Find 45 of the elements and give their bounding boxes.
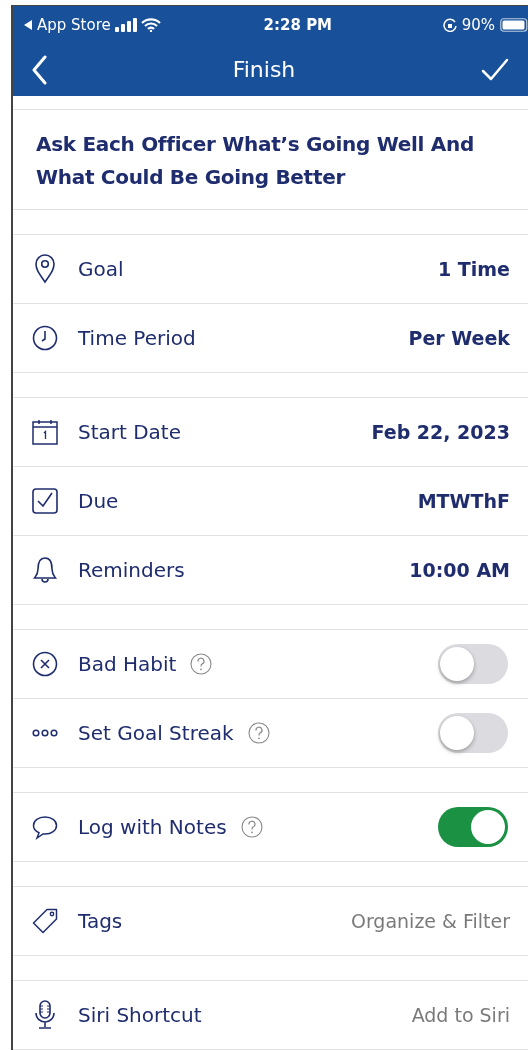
toggle-switch[interactable] [438, 644, 508, 684]
row-label: Log with Notes [78, 815, 227, 839]
row-label: Tags [78, 909, 123, 933]
rotation-lock-icon [442, 17, 457, 32]
habit-title[interactable]: Ask Each Officer What’s Going Well And What Could Be Going Better [36, 128, 510, 194]
row-value[interactable]: 10:00 AM [409, 559, 510, 581]
row-value[interactable]: MTWThF [417, 490, 510, 512]
clock-icon [32, 325, 58, 351]
microphone-icon [34, 1000, 56, 1030]
row-label: Start Date [78, 420, 182, 444]
signal-icon [114, 17, 137, 32]
calendar-icon [32, 419, 58, 445]
help-icon[interactable] [240, 816, 263, 838]
row-label: Reminders [78, 558, 185, 582]
speech-bubble-icon [32, 814, 58, 840]
bell-icon [33, 556, 57, 584]
row-link[interactable]: Organize & Filter [350, 910, 510, 932]
checkmark-icon [481, 57, 509, 82]
clock-time: 2:28 PM [262, 15, 334, 34]
back-app-label[interactable]: App Store [37, 15, 111, 34]
checkbox-icon [32, 488, 58, 514]
screen-title: Finish [232, 57, 296, 82]
wifi-icon [140, 17, 161, 32]
help-icon[interactable] [247, 722, 270, 744]
help-icon[interactable] [190, 653, 213, 675]
toggle-switch[interactable] [438, 713, 508, 753]
dots-icon [32, 729, 58, 737]
row-label: Bad Habit [78, 652, 177, 676]
battery-percent: 90% [461, 15, 495, 34]
row-label: Goal [78, 257, 124, 281]
row-value[interactable]: 1 Time [438, 258, 510, 280]
row-link[interactable]: Add to Siri [411, 1004, 510, 1026]
back-triangle-icon[interactable] [23, 18, 33, 31]
row-value[interactable]: Feb 22, 2023 [371, 421, 510, 443]
toggle-switch[interactable] [438, 807, 508, 847]
row-value[interactable]: Per Week [408, 327, 510, 349]
battery-icon [500, 17, 528, 32]
cross-circle-icon [32, 651, 58, 677]
row-label: Time Period [78, 326, 196, 350]
tag-icon [32, 908, 58, 934]
row-label: Due [78, 489, 119, 513]
row-label: Set Goal Streak [78, 721, 234, 745]
back-chevron-icon [31, 54, 47, 85]
location-pin-icon [34, 254, 56, 284]
row-label: Siri Shortcut [78, 1003, 202, 1027]
